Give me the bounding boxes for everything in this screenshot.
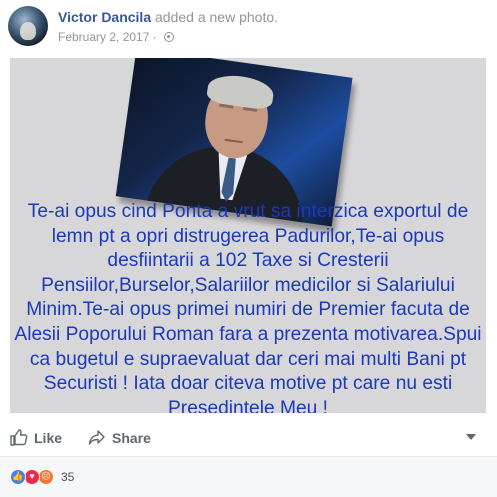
like-label: Like <box>34 430 63 446</box>
globe-icon[interactable] <box>164 32 175 42</box>
post-date-link[interactable]: February 2, 2017 <box>58 30 149 44</box>
love-icon[interactable]: ♥ <box>24 469 40 485</box>
share-arrow-icon <box>88 430 105 445</box>
author-avatar[interactable] <box>8 6 48 46</box>
post-header: Victor Dancila added a new photo. Februa… <box>0 0 497 56</box>
photo-caption-text: Te-ai opus cind Ponta a vrut sa interzic… <box>14 201 482 413</box>
author-line: Victor Dancila added a new photo. <box>58 9 278 25</box>
post-actions-bar: Like Share <box>0 420 497 454</box>
like-button[interactable]: Like <box>10 428 62 446</box>
chevron-down-icon[interactable] <box>466 434 476 440</box>
reaction-count[interactable]: 35 <box>61 470 74 484</box>
thumbs-up-icon <box>10 429 28 446</box>
share-button[interactable]: Share <box>88 428 151 446</box>
angry-icon[interactable]: ☹ <box>38 469 54 485</box>
like-icon[interactable]: 👍 <box>10 469 26 485</box>
meta-separator: · <box>152 30 157 44</box>
share-label: Share <box>112 430 151 446</box>
post-meta: February 2, 2017 · <box>58 30 175 44</box>
post-photo[interactable]: Te-ai opus cind Ponta a vrut sa interzic… <box>10 58 486 413</box>
reactions-bar: 👍 ♥ ☹ 35 <box>0 456 497 497</box>
post-action-text: added a new photo. <box>155 9 279 25</box>
author-name-link[interactable]: Victor Dancila <box>58 9 151 25</box>
